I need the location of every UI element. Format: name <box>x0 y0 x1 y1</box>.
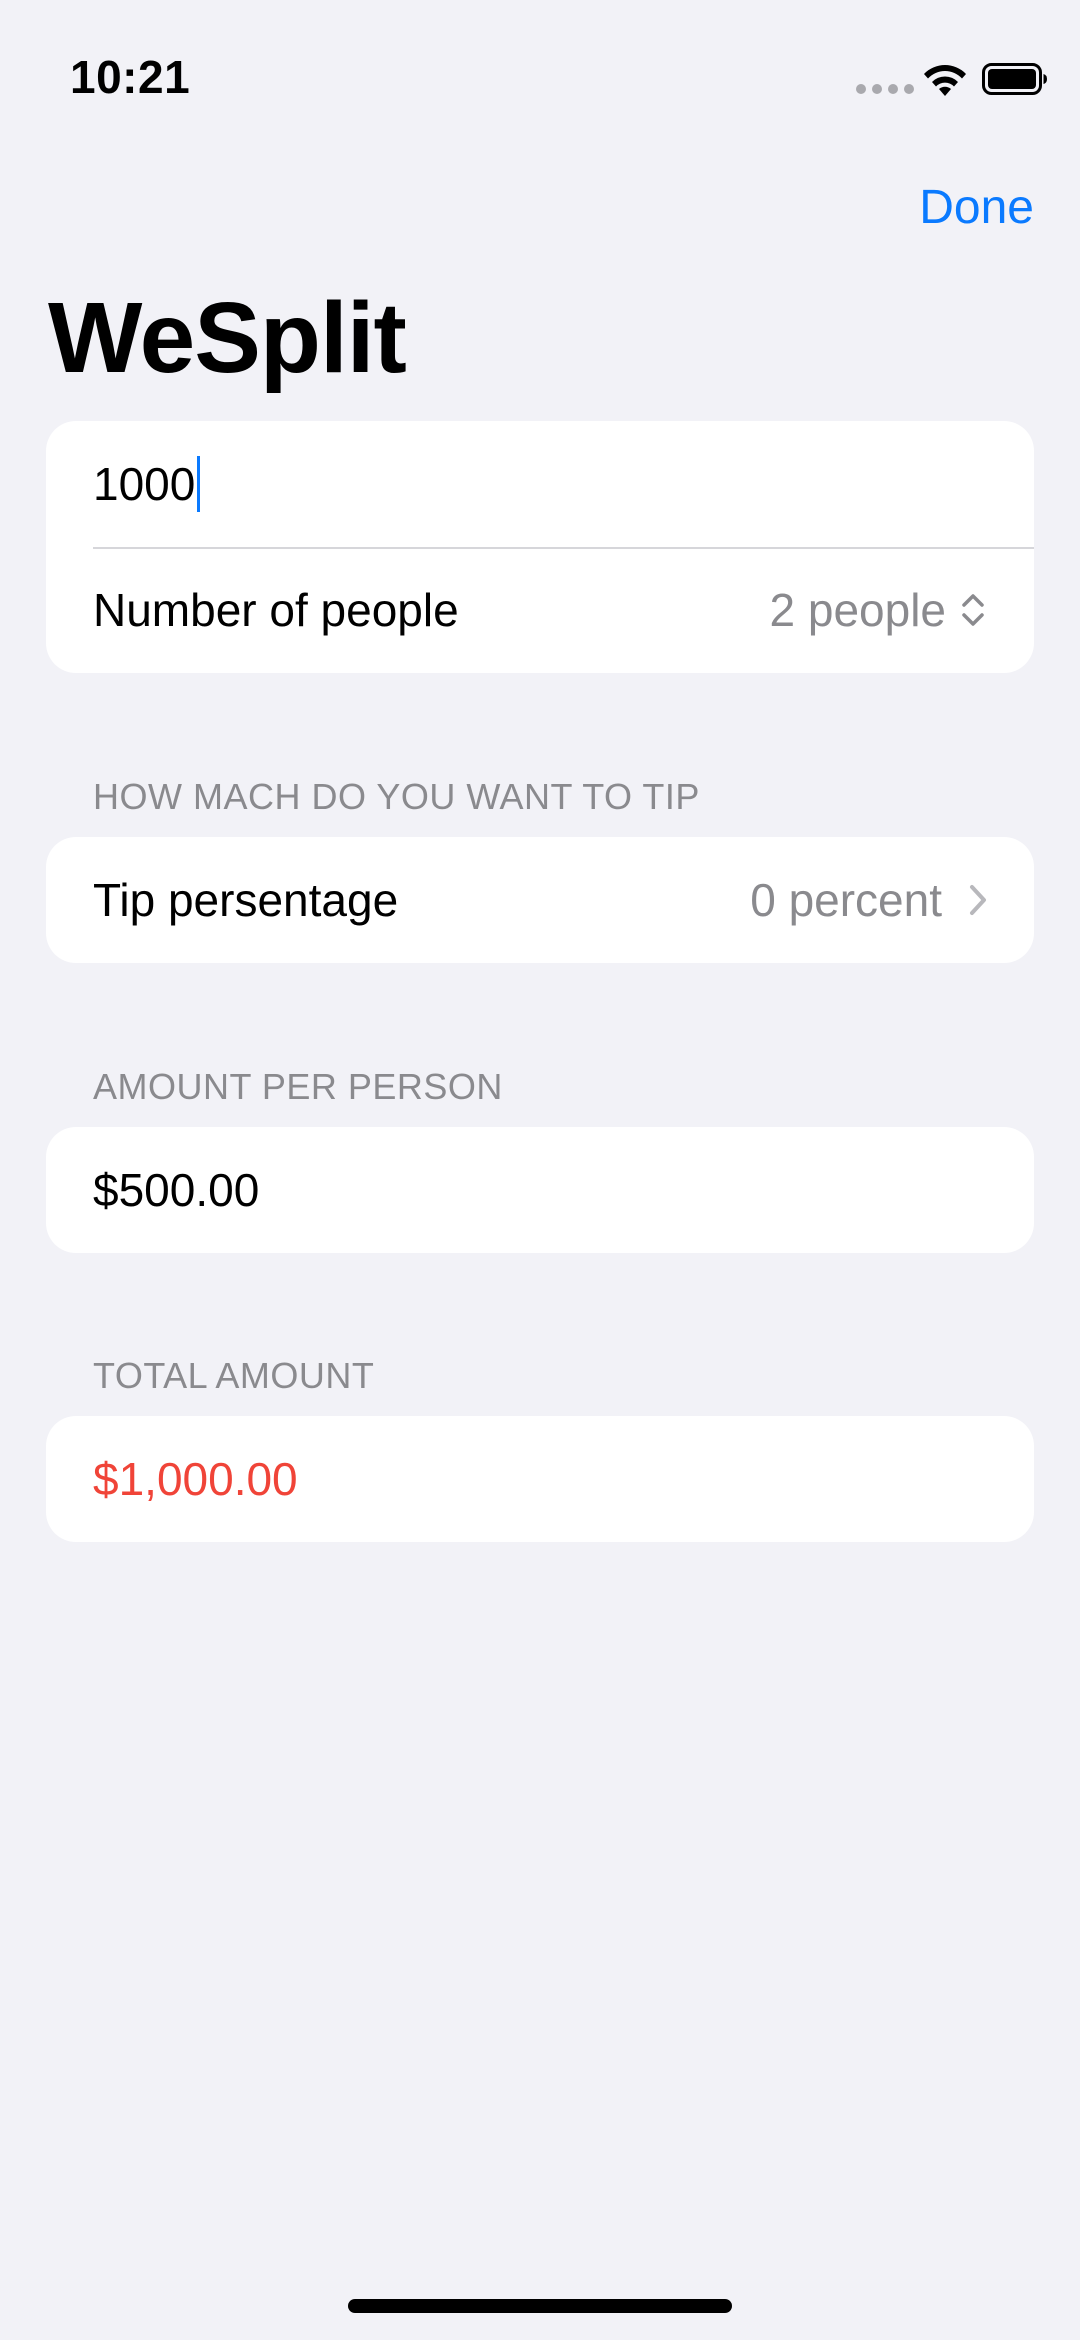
per-person-section-header: AMOUNT PER PERSON <box>93 1066 503 1107</box>
people-value: 2 people <box>769 584 947 636</box>
per-person-row: $500.00 <box>46 1127 1034 1253</box>
signal-icon <box>856 84 914 94</box>
amount-row[interactable]: 1000 <box>46 421 1034 547</box>
per-person-card: $500.00 <box>46 1127 1034 1253</box>
updown-chevron-icon <box>962 594 984 626</box>
text-cursor <box>197 456 201 512</box>
people-value-wrap[interactable]: 2 people <box>770 583 989 637</box>
total-value: $1,000.00 <box>93 1453 298 1505</box>
status-time: 10:21 <box>70 51 191 103</box>
total-card: $1,000.00 <box>46 1416 1034 1542</box>
tip-label: Tip persentage <box>93 874 399 926</box>
tip-card: Tip persentage 0 percent <box>46 837 1034 963</box>
per-person-value: $500.00 <box>93 1164 260 1216</box>
total-section-header: TOTAL AMOUNT <box>93 1355 375 1396</box>
tip-percentage-row[interactable]: Tip persentage 0 percent <box>46 837 1034 963</box>
tip-value: 0 percent <box>750 874 942 926</box>
done-button[interactable]: Done <box>919 180 1034 235</box>
tip-section-header: HOW MACH DO YOU WANT TO TIP <box>93 776 700 817</box>
total-row: $1,000.00 <box>46 1416 1034 1542</box>
home-indicator[interactable] <box>348 2299 732 2313</box>
amount-card: 1000 Number of people 2 people <box>46 421 1034 673</box>
wifi-icon <box>924 65 966 96</box>
people-label: Number of people <box>93 584 459 636</box>
status-bar: 10:21 <box>0 0 1080 150</box>
chevron-right-icon <box>970 885 986 915</box>
amount-input[interactable]: 1000 <box>93 457 195 511</box>
battery-icon <box>982 63 1047 95</box>
number-of-people-picker[interactable]: Number of people 2 people <box>46 547 1034 673</box>
tip-value-wrap: 0 percent <box>750 873 988 927</box>
page-title: WeSplit <box>48 282 407 394</box>
